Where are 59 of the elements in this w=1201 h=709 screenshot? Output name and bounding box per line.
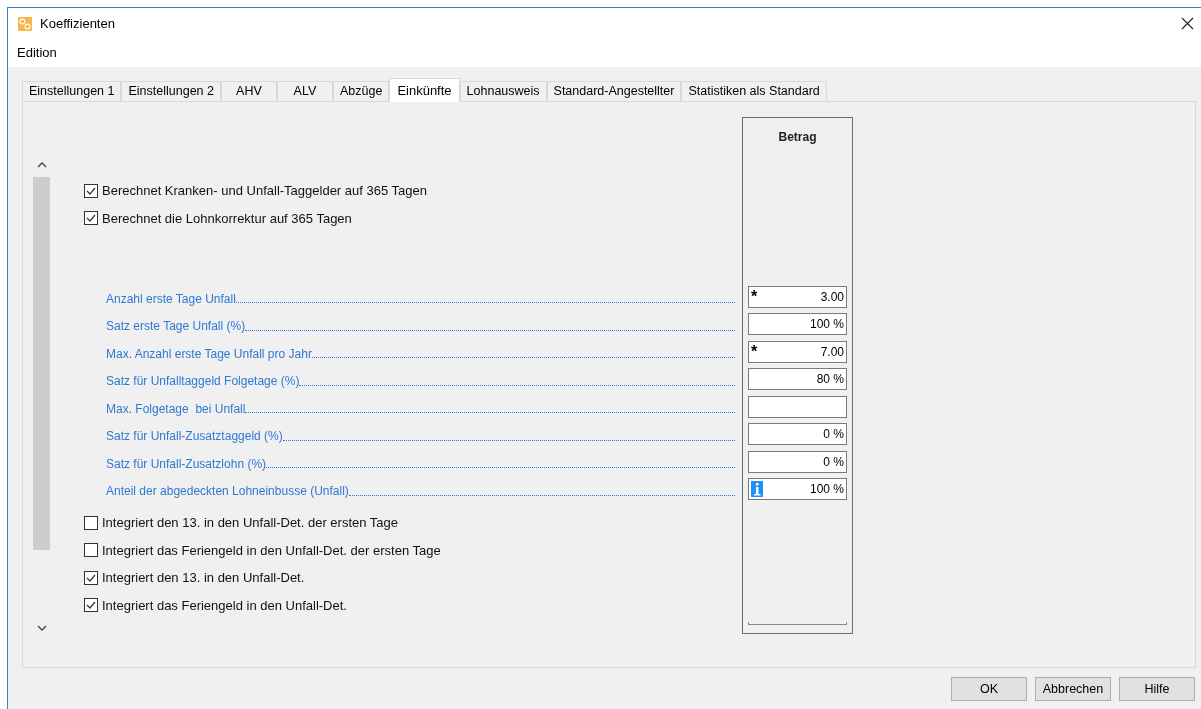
tab[interactable]: AHV <box>220 81 277 101</box>
field-label: Anzahl erste Tage Unfall <box>106 290 236 308</box>
field-label: Anteil der abgedeckten Lohneinbusse (Unfall) <box>106 483 349 501</box>
amount-value: 100 % <box>809 481 844 499</box>
option-checkbox[interactable]: Integriert den 13. in den Unfall-Det. <box>84 568 305 588</box>
tab[interactable]: Einstellungen 1 <box>22 81 122 101</box>
amount-field[interactable]: 0 % <box>748 423 847 446</box>
field-label: Satz erste Tage Unfall (%) <box>106 318 246 336</box>
amount-field[interactable]: * 3.00 <box>748 285 847 308</box>
dialog-button[interactable]: Abbrechen <box>1035 677 1111 701</box>
amount-field[interactable]: 0 % <box>748 450 847 473</box>
amount-value: 7.00 <box>820 343 844 361</box>
amount-field[interactable]: 100 % <box>748 313 847 336</box>
column-header: Betrag <box>778 129 817 146</box>
dialog-button[interactable]: Hilfe <box>1119 677 1195 701</box>
amount-value: 80 % <box>816 371 844 389</box>
checkbox[interactable] <box>84 543 98 558</box>
field-label: Max. Folgetage bei Unfall <box>106 400 246 418</box>
amount-field[interactable]: 100 % <box>748 478 847 501</box>
checkbox[interactable] <box>84 183 98 198</box>
check-icon <box>86 601 96 610</box>
scrollbar-thumb[interactable] <box>33 177 50 550</box>
option-checkbox[interactable]: Integriert den 13. in den Unfall-Det. der ersten Tage <box>84 513 399 533</box>
field-label: Max. Anzahl erste Tage Unfall pro Jahr <box>106 345 312 363</box>
check-icon <box>86 214 96 223</box>
amount-value: 100 % <box>809 316 844 334</box>
menu-item[interactable]: Edition <box>17 43 57 63</box>
tab[interactable]: Lohnausweis <box>459 81 547 101</box>
tab[interactable]: ALV <box>276 81 333 101</box>
amount-value: 0 % <box>823 426 844 444</box>
close-icon <box>1180 17 1194 30</box>
option-checkbox[interactable]: Berechnet die Lohnkorrektur auf 365 Tagen <box>84 208 352 228</box>
amount-field[interactable]: 80 % <box>748 368 847 391</box>
tab[interactable]: Einstellungen 2 <box>121 81 221 101</box>
option-checkbox[interactable]: Berechnet Kranken- und Unfall-Taggelder auf 365 Tagen <box>84 181 427 201</box>
field-label: Satz für Unfalltaggeld Folgetage (%) <box>106 373 300 391</box>
check-icon <box>86 186 96 195</box>
amount-field[interactable] <box>748 395 847 418</box>
window-title: Koeffizienten <box>40 14 115 33</box>
option-checkbox[interactable]: Integriert das Feriengeld in den Unfall-Det. der ersten Tage <box>84 540 441 560</box>
required-marker: * <box>751 343 758 360</box>
amount-value: 0 % <box>823 453 844 471</box>
required-marker: * <box>751 288 758 305</box>
tab[interactable]: Standard-Angestellter <box>546 81 682 101</box>
dialog-button[interactable]: OK <box>951 677 1027 701</box>
tab[interactable]: Statistiken als Standard <box>681 81 827 101</box>
amount-field[interactable]: * 7.00 <box>748 340 847 363</box>
amount-value: 3.00 <box>820 288 844 306</box>
tab[interactable]: Einkünfte <box>389 78 460 102</box>
field-label: Satz für Unfall-Zusatzlohn (%) <box>106 455 267 473</box>
checkbox[interactable] <box>84 598 98 613</box>
app-logo-icon <box>18 16 32 31</box>
checkbox[interactable] <box>84 570 98 585</box>
checkbox[interactable] <box>84 211 98 226</box>
field-label: Satz für Unfall-Zusatztaggeld (%) <box>106 428 283 446</box>
tab[interactable]: Abzüge <box>332 81 390 101</box>
checkbox[interactable] <box>84 515 98 530</box>
option-checkbox[interactable]: Integriert das Feriengeld in den Unfall-Det. <box>84 595 347 615</box>
check-icon <box>86 573 96 582</box>
